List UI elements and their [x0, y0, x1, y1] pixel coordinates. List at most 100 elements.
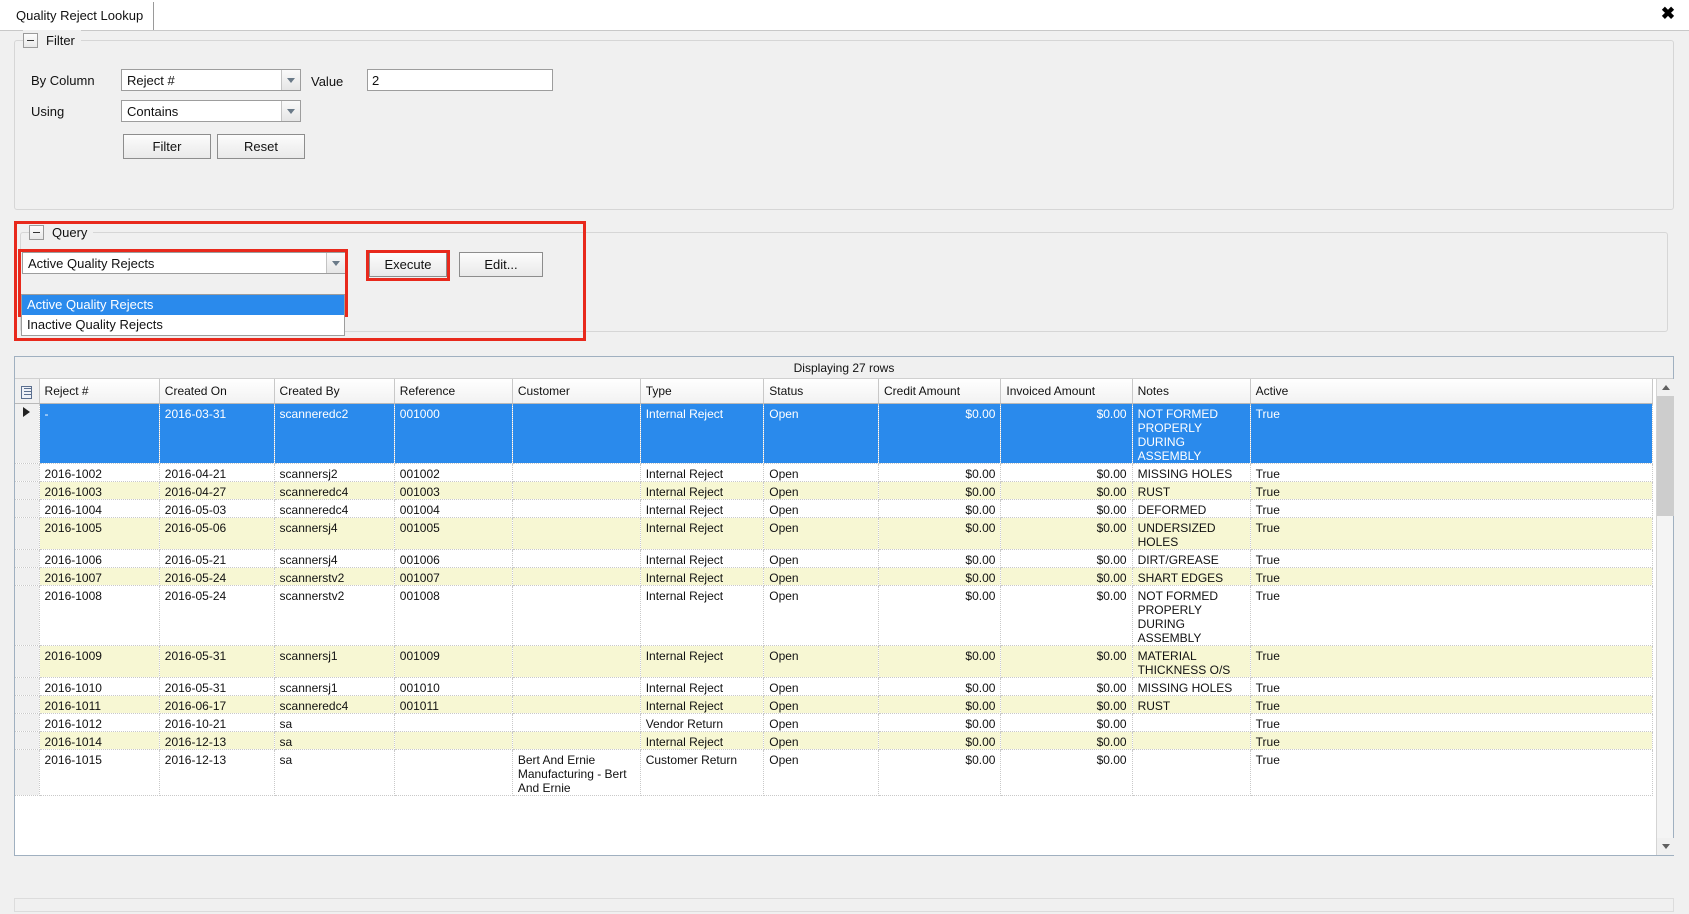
- column-header-created-by[interactable]: Created By: [274, 379, 395, 404]
- column-header-invoiced-amount[interactable]: Invoiced Amount: [1000, 379, 1133, 404]
- cell-credit-amount: $0.00: [878, 645, 1002, 678]
- by-column-select[interactable]: Reject #: [121, 69, 301, 91]
- table-row[interactable]: 2016-1006 2016-05-21 scannersj4 001006 Inter…: [15, 549, 1654, 568]
- cell-invoiced-amount: $0.00: [1000, 677, 1133, 696]
- query-option-active[interactable]: Active Quality Rejects: [22, 295, 344, 315]
- filter-group-header: Filter: [23, 30, 81, 50]
- cell-invoiced-amount: $0.00: [1000, 481, 1133, 500]
- cell-created-on: 2016-03-31: [159, 403, 275, 464]
- table-row[interactable]: 2016-1012 2016-10-21 sa Vendor Return Open $0…: [15, 713, 1654, 732]
- chevron-down-icon[interactable]: [326, 253, 345, 273]
- column-header-reject[interactable]: Reject #: [39, 379, 160, 404]
- reset-button[interactable]: Reset: [217, 134, 305, 159]
- value-input[interactable]: [367, 69, 553, 91]
- row-selector-cell[interactable]: [15, 749, 40, 796]
- column-header-customer[interactable]: Customer: [512, 379, 641, 404]
- row-selector-cell[interactable]: [15, 731, 40, 750]
- filter-group-title: Filter: [46, 32, 75, 48]
- cell-created-on: 2016-04-21: [159, 463, 275, 482]
- using-select[interactable]: Contains: [121, 100, 301, 122]
- cell-created-by: sa: [274, 749, 395, 796]
- cell-credit-amount: $0.00: [878, 463, 1002, 482]
- tab-strip: Quality Reject Lookup ✖: [0, 0, 1689, 31]
- row-selector-cell[interactable]: [15, 585, 40, 646]
- table-row[interactable]: 2016-1004 2016-05-03 scanneredc4 001004 Inte…: [15, 499, 1654, 518]
- cell-notes: RUST: [1132, 695, 1251, 714]
- cell-active: True: [1250, 749, 1654, 796]
- grid-header-row: Reject # Created On Created By Reference…: [15, 379, 1654, 404]
- cell-created-by: scannersj1: [274, 677, 395, 696]
- collapse-query-icon[interactable]: [29, 224, 44, 240]
- query-option-inactive[interactable]: Inactive Quality Rejects: [22, 315, 344, 335]
- cell-active: True: [1250, 549, 1654, 568]
- column-header-status[interactable]: Status: [763, 379, 879, 404]
- cell-status: Open: [763, 645, 879, 678]
- row-selector-cell[interactable]: [15, 463, 40, 482]
- cell-reference: 001002: [394, 463, 513, 482]
- collapse-filter-icon[interactable]: [23, 32, 38, 48]
- scroll-down-icon[interactable]: [1657, 838, 1674, 855]
- table-row[interactable]: 2016-1008 2016-05-24 scannerstv2 001008 Inte…: [15, 585, 1654, 646]
- cell-reject: 2016-1002: [39, 463, 160, 482]
- table-row[interactable]: 2016-1011 2016-06-17 scanneredc4 001011 Inte…: [15, 695, 1654, 714]
- grid-vertical-scrollbar[interactable]: [1656, 379, 1674, 855]
- cell-invoiced-amount: $0.00: [1000, 549, 1133, 568]
- row-selector-cell[interactable]: [15, 499, 40, 518]
- row-selector-cell[interactable]: [15, 713, 40, 732]
- page-horizontal-scrollbar[interactable]: [14, 898, 1674, 912]
- filter-button[interactable]: Filter: [123, 134, 211, 159]
- close-icon[interactable]: ✖: [1657, 3, 1679, 25]
- cell-reject: 2016-1005: [39, 517, 160, 550]
- cell-active: True: [1250, 481, 1654, 500]
- cell-reject: 2016-1004: [39, 499, 160, 518]
- column-header-type[interactable]: Type: [640, 379, 765, 404]
- chevron-down-icon[interactable]: [281, 70, 300, 90]
- scrollbar-thumb[interactable]: [1657, 396, 1674, 516]
- current-row-arrow-icon: [23, 406, 31, 417]
- cell-notes: DEFORMED: [1132, 499, 1251, 518]
- column-header-active[interactable]: Active: [1250, 379, 1654, 404]
- grid-select-all-icon[interactable]: [20, 385, 34, 400]
- row-selector-cell[interactable]: [15, 403, 40, 464]
- cell-created-on: 2016-05-21: [159, 549, 275, 568]
- scroll-up-icon[interactable]: [1657, 379, 1674, 396]
- table-row[interactable]: 2016-1007 2016-05-24 scannerstv2 001007 Inte…: [15, 567, 1654, 586]
- row-selector-cell[interactable]: [15, 677, 40, 696]
- execute-button[interactable]: Execute: [369, 252, 447, 277]
- column-header-notes[interactable]: Notes: [1132, 379, 1251, 404]
- query-select[interactable]: Active Quality Rejects: [22, 252, 346, 274]
- row-selector-cell[interactable]: [15, 549, 40, 568]
- table-row[interactable]: 2016-1015 2016-12-13 sa Bert And Ernie Manu…: [15, 749, 1654, 796]
- table-row[interactable]: 2016-1005 2016-05-06 scannersj4 001005 Inter…: [15, 517, 1654, 550]
- column-header-created-on[interactable]: Created On: [159, 379, 275, 404]
- table-row[interactable]: 2016-1002 2016-04-21 scannersj2 001002 Inter…: [15, 463, 1654, 482]
- cell-status: Open: [763, 677, 879, 696]
- grid-corner-cell[interactable]: [15, 379, 40, 404]
- cell-type: Internal Reject: [640, 645, 765, 678]
- cell-invoiced-amount: $0.00: [1000, 403, 1133, 464]
- edit-button[interactable]: Edit...: [459, 252, 543, 277]
- cell-type: Internal Reject: [640, 731, 765, 750]
- chevron-down-icon[interactable]: [281, 101, 300, 121]
- row-selector-cell[interactable]: [15, 517, 40, 550]
- query-dropdown-list[interactable]: Active Quality Rejects Inactive Quality …: [21, 294, 345, 336]
- cell-customer: [512, 677, 641, 696]
- table-row[interactable]: 2016-1003 2016-04-27 scanneredc4 001003 Inte…: [15, 481, 1654, 500]
- quality-reject-lookup-window: Quality Reject Lookup ✖ Filter By Column…: [0, 0, 1689, 914]
- grid-scroll-area[interactable]: Reject # Created On Created By Reference…: [15, 379, 1673, 855]
- cell-reject: 2016-1014: [39, 731, 160, 750]
- table-row[interactable]: 2016-1010 2016-05-31 scannersj1 001010 Inter…: [15, 677, 1654, 696]
- row-selector-cell[interactable]: [15, 481, 40, 500]
- tab-quality-reject-lookup[interactable]: Quality Reject Lookup: [6, 2, 155, 30]
- column-header-reference[interactable]: Reference: [394, 379, 513, 404]
- row-selector-cell[interactable]: [15, 567, 40, 586]
- table-row[interactable]: 2016-1009 2016-05-31 scannersj1 001009 Inter…: [15, 645, 1654, 678]
- table-row[interactable]: -2016-03-31 scanneredc2 001000 Internal Rej…: [15, 403, 1654, 464]
- cell-reject: 2016-1008: [39, 585, 160, 646]
- table-row[interactable]: 2016-1014 2016-12-13 sa Internal Reject Open…: [15, 731, 1654, 750]
- row-selector-cell[interactable]: [15, 695, 40, 714]
- column-header-credit-amount[interactable]: Credit Amount: [878, 379, 1002, 404]
- row-selector-cell[interactable]: [15, 645, 40, 678]
- cell-reject: 2016-1010: [39, 677, 160, 696]
- cell-reject: -: [39, 403, 160, 464]
